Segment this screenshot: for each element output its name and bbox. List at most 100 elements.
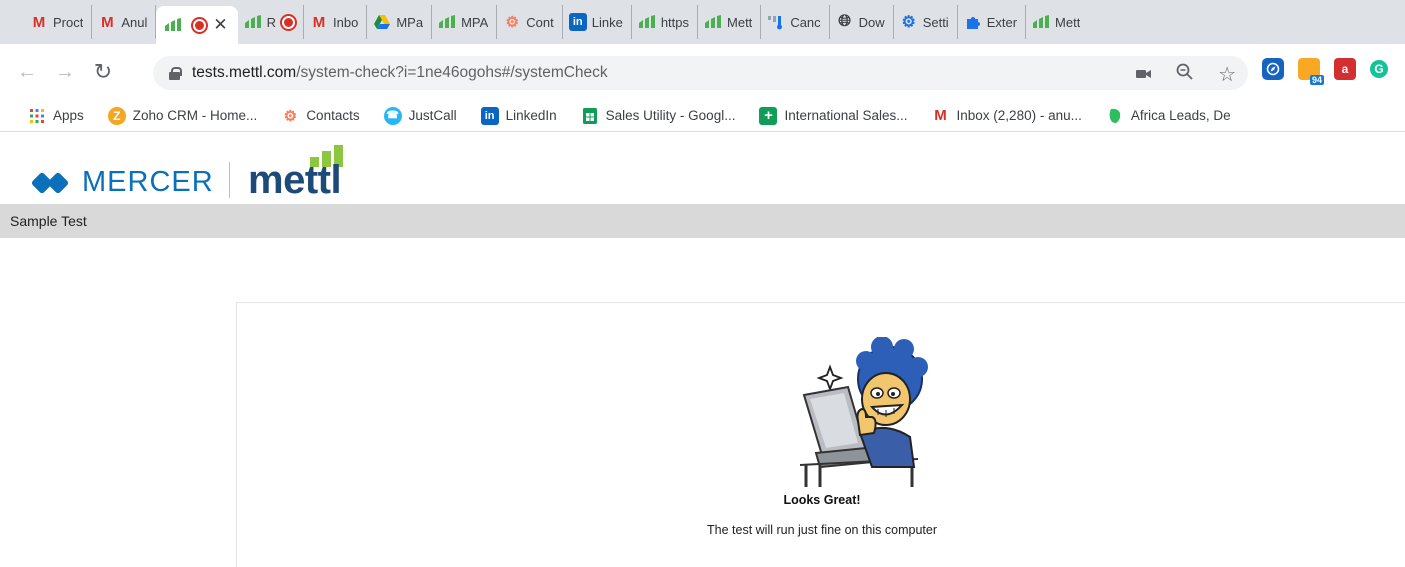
tab-title: Dow bbox=[858, 14, 885, 30]
linkedin-icon: in bbox=[480, 106, 499, 125]
tab-gmail-proct[interactable]: M Proct bbox=[24, 5, 93, 39]
linkedin-icon: in bbox=[568, 13, 587, 31]
mettl-icon bbox=[244, 13, 262, 31]
tab-mettl-last[interactable]: Mett bbox=[1026, 5, 1088, 39]
bookmark-label: Apps bbox=[53, 108, 84, 123]
lock-icon bbox=[169, 66, 182, 80]
omnibox-actions: ☆ bbox=[1136, 62, 1236, 87]
bookmark-star-icon[interactable]: ☆ bbox=[1218, 62, 1236, 87]
tab-title: Mett bbox=[727, 14, 753, 30]
back-arrow-icon[interactable]: ← bbox=[12, 57, 42, 87]
bookmark-international-sales[interactable]: + International Sales... bbox=[759, 106, 908, 125]
tab-title: MPa bbox=[396, 14, 424, 30]
address-bar[interactable]: tests.mettl.com /system-check?i=1ne46ogo… bbox=[153, 56, 1248, 90]
tab-mettl-mpa[interactable]: MPA bbox=[432, 5, 498, 39]
url-host: tests.mettl.com bbox=[192, 64, 297, 81]
bookmark-africa-leads[interactable]: Africa Leads, De bbox=[1106, 107, 1231, 125]
test-name: Sample Test bbox=[10, 213, 87, 229]
tab-linkedin[interactable]: in Linke bbox=[563, 5, 632, 39]
badge-extension-icon[interactable]: 94 bbox=[1298, 58, 1324, 85]
tab-title: Proct bbox=[53, 14, 84, 30]
mettl-icon bbox=[438, 13, 456, 31]
browser-toolbar: ← → ↻ tests.mettl.com /system-check?i=1n… bbox=[0, 44, 1405, 100]
zoho-icon: Z bbox=[107, 106, 126, 125]
bars-icon bbox=[767, 13, 785, 31]
reload-icon[interactable]: ↻ bbox=[88, 57, 118, 87]
mettl-icon bbox=[638, 13, 656, 31]
tab-strip: M Proct M Anul ✕ R M Inbo MPa MPA ⚙ Cont… bbox=[0, 0, 1405, 44]
forward-arrow-icon[interactable]: → bbox=[50, 57, 80, 87]
camera-icon[interactable] bbox=[1136, 64, 1152, 85]
gmail-icon: M bbox=[101, 13, 114, 31]
tab-mettl-https[interactable]: https bbox=[632, 5, 699, 39]
happy-user-laptop-illustration bbox=[799, 337, 928, 487]
grammarly-icon[interactable]: G bbox=[1370, 60, 1388, 78]
bookmark-contacts[interactable]: ⚙ Contacts bbox=[281, 107, 360, 125]
bookmarks-bar: Apps Z Zoho CRM - Home... ⚙ Contacts ☎ J… bbox=[0, 100, 1405, 132]
site-header: MERCER mettl bbox=[0, 140, 1405, 204]
status-message: The test will run just fine on this comp… bbox=[707, 523, 937, 537]
tab-downloads[interactable]: 🌐︎ Dow bbox=[830, 5, 894, 39]
tab-extensions[interactable]: Exter bbox=[958, 5, 1027, 39]
gear-icon: ⚙ bbox=[901, 14, 916, 31]
recording-indicator-icon bbox=[282, 15, 296, 29]
tab-title: Canc bbox=[790, 14, 821, 30]
tab-title: Linke bbox=[591, 14, 623, 30]
red-extension-icon[interactable]: a bbox=[1334, 58, 1356, 80]
zoom-icon[interactable] bbox=[1176, 63, 1194, 86]
evernote-icon bbox=[1106, 107, 1124, 125]
tab-title: R bbox=[266, 14, 277, 30]
bookmark-label: Inbox (2,280) - anu... bbox=[956, 108, 1082, 123]
apps-grid-icon bbox=[28, 107, 46, 125]
tab-title: Cont bbox=[526, 14, 554, 30]
tab-title: Mett bbox=[1055, 14, 1081, 30]
bookmark-label: LinkedIn bbox=[505, 108, 557, 123]
bookmark-inbox[interactable]: M Inbox (2,280) - anu... bbox=[932, 107, 1082, 125]
tab-title: Exter bbox=[986, 14, 1018, 30]
bookmark-label: Zoho CRM - Home... bbox=[132, 108, 258, 123]
globe-icon: 🌐︎ bbox=[838, 13, 852, 30]
mettl-icon bbox=[1032, 13, 1050, 31]
tab-mettl-active[interactable]: ✕ bbox=[156, 6, 238, 44]
compass-extension-icon[interactable] bbox=[1262, 58, 1284, 80]
drive-icon bbox=[373, 13, 391, 31]
mercer-logo[interactable]: MERCER bbox=[30, 166, 214, 199]
mettl-wordmark[interactable]: mettl bbox=[248, 158, 342, 203]
bookmark-apps[interactable]: Apps bbox=[28, 107, 84, 125]
bookmark-sales-utility[interactable]: Sales Utility - Googl... bbox=[581, 107, 735, 125]
bookmark-justcall[interactable]: ☎ JustCall bbox=[383, 106, 457, 125]
tab-settings[interactable]: ⚙ Setti bbox=[894, 5, 958, 39]
extension-area: 94 a G bbox=[1262, 58, 1388, 85]
tab-drive-mpa[interactable]: MPa bbox=[367, 5, 433, 39]
gmail-icon: M bbox=[32, 13, 46, 31]
tab-gmail-anul[interactable]: M Anul bbox=[92, 5, 157, 39]
url-path: /system-check?i=1ne46ogohs#/systemCheck bbox=[296, 64, 608, 81]
bookmark-label: Africa Leads, De bbox=[1130, 108, 1231, 123]
bookmark-linkedin[interactable]: in LinkedIn bbox=[480, 106, 557, 125]
justcall-icon: ☎ bbox=[383, 106, 402, 125]
plus-doc-icon: + bbox=[759, 106, 778, 125]
test-name-bar: Sample Test bbox=[0, 204, 1405, 238]
tab-title: MPA bbox=[461, 14, 489, 30]
tab-gmail-inbox[interactable]: M Inbo bbox=[304, 5, 368, 39]
tab-cancel[interactable]: Canc bbox=[761, 5, 830, 39]
close-tab-icon[interactable]: ✕ bbox=[213, 15, 227, 35]
bookmark-label: International Sales... bbox=[784, 108, 908, 123]
logo-divider bbox=[229, 162, 230, 198]
system-check-card: Looks Great! The test will run just fine… bbox=[236, 302, 1405, 567]
gmail-icon: M bbox=[934, 107, 947, 124]
tab-title: https bbox=[660, 14, 690, 30]
extension-badge: 94 bbox=[1309, 75, 1324, 85]
tab-title: Anul bbox=[121, 14, 148, 30]
tab-mettl-r[interactable]: R bbox=[238, 5, 305, 39]
bookmark-label: Contacts bbox=[306, 108, 360, 123]
mercer-mark-icon bbox=[30, 171, 72, 194]
bookmark-label: JustCall bbox=[408, 108, 457, 123]
tab-mettl-mett[interactable]: Mett bbox=[698, 5, 762, 39]
puzzle-icon bbox=[964, 13, 982, 31]
tab-title: Inbo bbox=[333, 14, 359, 30]
mettl-icon bbox=[164, 16, 182, 34]
tab-hubspot-contacts[interactable]: ⚙ Cont bbox=[497, 5, 563, 39]
bookmark-zoho[interactable]: Z Zoho CRM - Home... bbox=[107, 106, 258, 125]
sheets-icon bbox=[581, 107, 599, 125]
